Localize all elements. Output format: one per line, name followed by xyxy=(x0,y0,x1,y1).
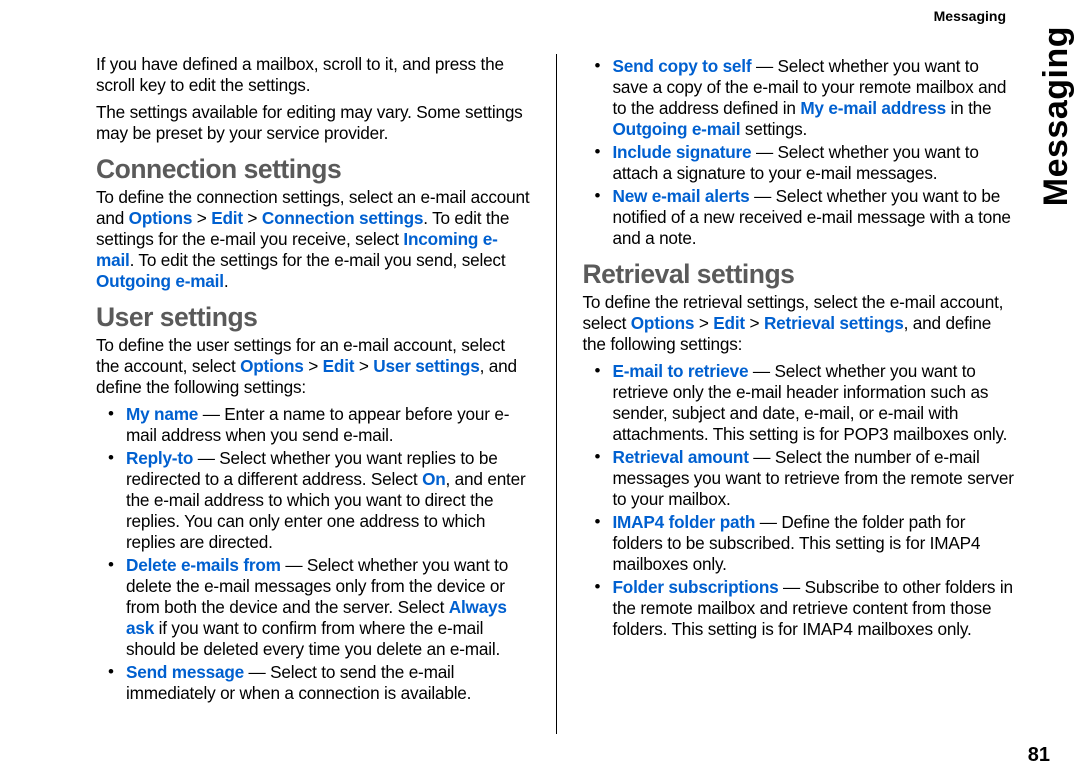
separator: > xyxy=(694,313,713,333)
separator: > xyxy=(354,356,373,376)
retrieval-para: To define the retrieval settings, select… xyxy=(582,292,1016,355)
ui-path-options: Options xyxy=(129,208,193,228)
left-column: If you have defined a mailbox, scroll to… xyxy=(96,54,530,734)
separator: > xyxy=(304,356,323,376)
ui-path-options: Options xyxy=(631,313,695,333)
retrieval-settings-list: E-mail to retrieve — Select whether you … xyxy=(582,361,1016,640)
option-outgoing-email: Outgoing e-mail xyxy=(612,119,740,139)
list-item: My name — Enter a name to appear before … xyxy=(126,404,530,446)
option-on: On xyxy=(422,469,445,489)
separator: > xyxy=(192,208,211,228)
list-item: Delete e-mails from — Select whether you… xyxy=(126,555,530,660)
page-number: 81 xyxy=(1028,744,1050,767)
ui-path-edit: Edit xyxy=(211,208,243,228)
list-item: Reply-to — Select whether you want repli… xyxy=(126,448,530,553)
list-item: Folder subscriptions — Subscribe to othe… xyxy=(612,577,1016,640)
page-header: Messaging xyxy=(934,8,1006,24)
ui-path-options: Options xyxy=(240,356,304,376)
setting-imap4-folder-path: IMAP4 folder path xyxy=(612,512,755,532)
text: in the xyxy=(946,98,991,118)
setting-send-message: Send message xyxy=(126,662,244,682)
list-item: Retrieval amount — Select the number of … xyxy=(612,447,1016,510)
page: Messaging Messaging 81 If you have defin… xyxy=(0,0,1080,779)
setting-my-name: My name xyxy=(126,404,198,424)
content-columns: If you have defined a mailbox, scroll to… xyxy=(96,54,1016,734)
separator: > xyxy=(243,208,262,228)
separator: > xyxy=(745,313,764,333)
text: if you want to confirm from where the e-… xyxy=(126,618,500,659)
setting-include-signature: Include signature xyxy=(612,142,751,162)
ui-path-connection-settings: Connection settings xyxy=(262,208,423,228)
intro-para-2: The settings available for editing may v… xyxy=(96,102,530,144)
user-para: To define the user settings for an e-mai… xyxy=(96,335,530,398)
user-settings-list-cont: Send copy to self — Select whether you w… xyxy=(582,56,1016,249)
ui-path-retrieval-settings: Retrieval settings xyxy=(764,313,904,333)
list-item: New e-mail alerts — Select whether you w… xyxy=(612,186,1016,249)
setting-new-email-alerts: New e-mail alerts xyxy=(612,186,749,206)
right-column: Send copy to self — Select whether you w… xyxy=(582,54,1016,734)
setting-delete-emails-from: Delete e-mails from xyxy=(126,555,281,575)
user-settings-list: My name — Enter a name to appear before … xyxy=(96,404,530,704)
heading-retrieval-settings: Retrieval settings xyxy=(582,259,1016,290)
heading-user-settings: User settings xyxy=(96,302,530,333)
ui-path-outgoing-email: Outgoing e-mail xyxy=(96,271,224,291)
heading-connection-settings: Connection settings xyxy=(96,154,530,185)
side-tab: Messaging xyxy=(1037,26,1076,206)
text: . xyxy=(224,271,229,291)
setting-retrieval-amount: Retrieval amount xyxy=(612,447,748,467)
ui-path-user-settings: User settings xyxy=(373,356,479,376)
list-item: E-mail to retrieve — Select whether you … xyxy=(612,361,1016,445)
ui-path-edit: Edit xyxy=(323,356,355,376)
option-my-email-address: My e-mail address xyxy=(800,98,946,118)
text: settings. xyxy=(740,119,807,139)
list-item: Send message — Select to send the e-mail… xyxy=(126,662,530,704)
column-divider xyxy=(556,54,557,734)
setting-reply-to: Reply-to xyxy=(126,448,193,468)
list-item: IMAP4 folder path — Define the folder pa… xyxy=(612,512,1016,575)
setting-email-to-retrieve: E-mail to retrieve xyxy=(612,361,748,381)
setting-send-copy-to-self: Send copy to self xyxy=(612,56,751,76)
list-item: Send copy to self — Select whether you w… xyxy=(612,56,1016,140)
text: . To edit the settings for the e-mail yo… xyxy=(130,250,506,270)
ui-path-edit: Edit xyxy=(713,313,745,333)
intro-para-1: If you have defined a mailbox, scroll to… xyxy=(96,54,530,96)
list-item: Include signature — Select whether you w… xyxy=(612,142,1016,184)
setting-folder-subscriptions: Folder subscriptions xyxy=(612,577,778,597)
connection-para: To define the connection settings, selec… xyxy=(96,187,530,292)
